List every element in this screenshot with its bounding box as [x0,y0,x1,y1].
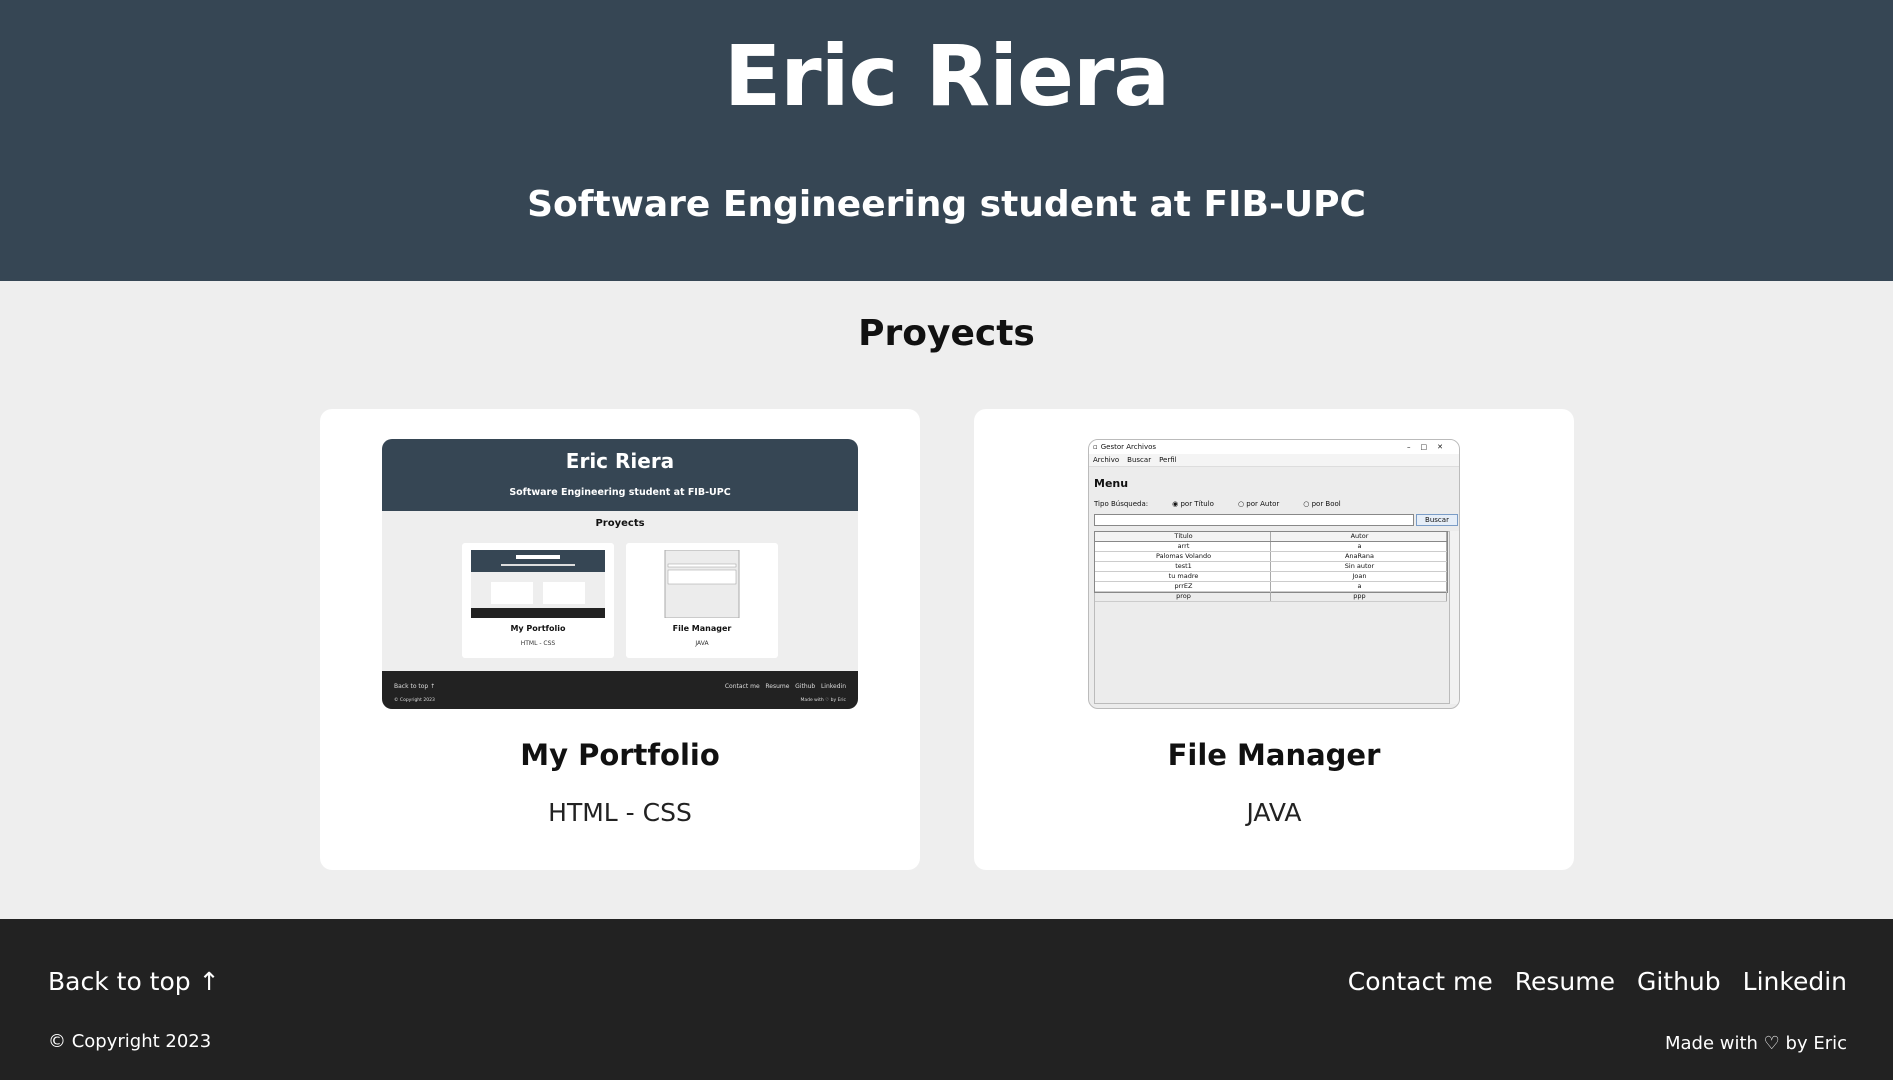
table-header: Título Autor [1095,532,1447,542]
thumb-card-title: My Portfolio [510,624,566,633]
java-search-button: Buscar [1416,514,1458,526]
project-card-portfolio[interactable]: Eric Riera Software Engineering student … [320,409,920,870]
project-card-filemanager[interactable]: ▫ Gestor Archivos –□✕ Archivo Buscar Per… [974,409,1574,870]
resume-link[interactable]: Resume [1515,967,1615,996]
search-type-label: Tipo Búsqueda: [1094,500,1149,508]
copyright-text: © Copyright 2023 [48,1031,212,1052]
table-row: prop ppp [1095,592,1447,602]
hero-header: Eric Riera Software Engineering student … [0,0,1893,281]
java-menubar: Archivo Buscar Perfil [1089,454,1459,467]
thumb-projects: Proyects My Portfolio HTML - CSS File Ma… [382,511,858,671]
thumb-projects-heading: Proyects [595,518,645,529]
thumb-header: Eric Riera Software Engineering student … [382,439,858,511]
project-tech: HTML - CSS [548,798,692,827]
thumb-copyright: © Copyright 2023 [394,698,435,703]
project-title: My Portfolio [520,738,720,772]
back-to-top-link[interactable]: Back to top ↑ [48,967,220,996]
thumb-card-image [471,550,605,618]
menu-archivo: Archivo [1093,456,1120,464]
thumb-made-with: Made with ♡ by Eric [800,698,846,703]
table-row: prrEZ a [1095,582,1447,592]
project-tech: JAVA [1246,798,1302,827]
window-icon: ▫ [1093,443,1098,451]
column-titulo: Título [1095,532,1271,541]
table-row: test1 Sin autor [1095,562,1447,572]
thumb-card-title: File Manager [672,624,732,633]
filemanager-thumbnail: ▫ Gestor Archivos –□✕ Archivo Buscar Per… [1088,439,1460,709]
portfolio-thumbnail: Eric Riera Software Engineering student … [382,439,858,709]
java-search-options: Tipo Búsqueda: ◉ por Título ○ por Autor … [1094,500,1454,508]
contact-link[interactable]: Contact me [1348,967,1493,996]
java-search-input [1094,514,1414,526]
table-row: arrt a [1095,542,1447,552]
site-subtitle: Software Engineering student at FIB-UPC [527,184,1366,225]
radio-por-bool: ○ por Bool [1303,500,1341,508]
menu-perfil: Perfil [1159,456,1177,464]
thumb-card-image [635,549,769,619]
thumb-subtitle: Software Engineering student at FIB-UPC [509,487,731,498]
project-title: File Manager [1167,738,1381,772]
thumb-title: Eric Riera [565,449,675,473]
java-menu-title: Menu [1094,477,1129,490]
projects-heading: Proyects [858,313,1035,354]
java-scrollbar [1449,531,1459,704]
thumb-card-tech: HTML - CSS [520,640,556,647]
linkedin-link[interactable]: Linkedin [1743,967,1847,996]
thumb-back-to-top: Back to top ↑ [394,683,436,690]
window-title: Gestor Archivos [1100,443,1157,451]
radio-por-autor: ○ por Autor [1237,500,1280,508]
thumb-card-filemanager: File Manager JAVA [626,543,778,658]
table-row: Palomas Volando AnaRana [1095,552,1447,562]
site-title: Eric Riera [723,27,1170,125]
thumb-card-portfolio: My Portfolio HTML - CSS [462,543,614,658]
radio-por-titulo: ◉ por Título [1172,500,1214,508]
menu-buscar: Buscar [1127,456,1152,464]
made-with-text: Made with ♡ by Eric [1664,1033,1847,1054]
thumb-links: Contact me Resume Github Linkedin [724,683,846,690]
java-results-table: Título Autor arrt a Palomas Volando AnaRan… [1094,531,1448,602]
footer-nav: Contact me Resume Github Linkedin [1348,967,1847,996]
table-row: tu madre Joan [1095,572,1447,582]
java-titlebar: ▫ Gestor Archivos –□✕ [1089,440,1459,454]
github-link[interactable]: Github [1637,967,1721,996]
projects-section: Proyects Eric Riera Software Engineering… [0,281,1893,919]
column-autor: Autor [1271,532,1447,541]
site-footer: Back to top ↑ © Copyright 2023 Contact m… [0,919,1893,1080]
thumb-footer: Back to top ↑ © Copyright 2023 Contact m… [382,671,858,709]
thumb-card-tech: JAVA [695,640,709,647]
window-controls-icon: –□✕ [1407,443,1453,451]
